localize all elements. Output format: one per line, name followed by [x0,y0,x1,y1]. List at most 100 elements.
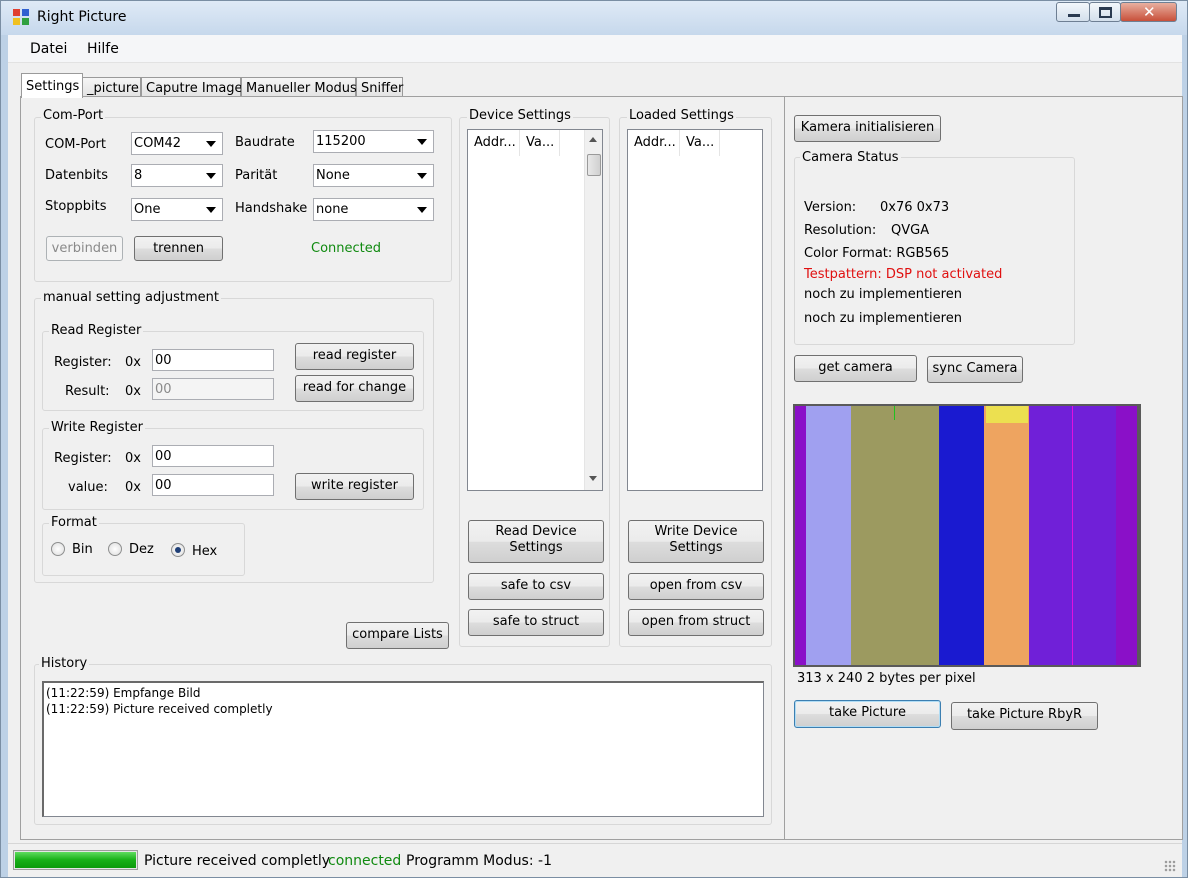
kamera-initialisieren-button[interactable]: Kamera initialisieren [794,115,941,142]
parity-label: Parität [235,168,278,183]
color-format: Color Format: RGB565 [804,246,950,261]
read-for-change-button[interactable]: read for change [295,375,414,402]
read-device-settings-button[interactable]: Read Device Settings [468,520,604,563]
picture-info: 313 x 240 2 bytes per pixel [797,671,976,686]
read-register-field-label: Register: [54,355,112,370]
take-picture-rbyr-button[interactable]: take Picture RbyR [951,702,1098,730]
write-register-button[interactable]: write register [295,473,414,500]
history-label: History [39,656,90,671]
history-line: (11:22:59) Empfange Bild [46,686,201,700]
safe-to-csv-button[interactable]: safe to csv [468,573,604,600]
baudrate-select[interactable]: 115200 [313,130,434,153]
close-button[interactable]: ✕ [1120,2,1177,22]
panel-divider [784,97,785,839]
loaded-col-value[interactable]: Va... [680,130,720,156]
status-connection: connected [328,853,402,869]
handshake-value: none [316,202,349,217]
device-settings-list[interactable]: Addr... Va... [467,129,603,491]
loaded-settings-list[interactable]: Addr... Va... [627,129,763,491]
camera-picture[interactable] [793,404,1141,667]
scroll-up-icon[interactable] [589,137,597,142]
take-picture-button[interactable]: take Picture [794,700,941,728]
menu-bar: Datei Hilfe [8,35,1182,63]
color-bar-yellow-top [986,406,1028,423]
app-icon [13,9,29,25]
read-register-input[interactable]: 00 [152,349,274,371]
todo-line-1: noch zu implementieren [804,287,962,302]
read-register-label: Read Register [49,323,144,338]
maximize-icon [1099,7,1112,18]
color-bar-purple-right [1116,406,1137,665]
open-from-struct-button[interactable]: open from struct [628,609,764,636]
scroll-thumb[interactable] [587,154,601,176]
version-label: Version: [804,200,857,215]
tab-manueller-modus[interactable]: Manueller Modus [241,77,357,98]
device-col-addr[interactable]: Addr... [468,130,520,156]
color-bar-orange [984,406,1029,665]
result-prefix: 0x [125,384,141,399]
tab-settings[interactable]: Settings [21,73,83,98]
history-log[interactable]: (11:22:59) Empfange Bild (11:22:59) Pict… [42,681,764,817]
stopbits-label: Stoppbits [45,199,107,214]
connection-status: Connected [311,241,382,256]
version-value: 0x76 0x73 [880,200,950,215]
tab-sniffer[interactable]: Sniffer [356,77,403,98]
format-label: Format [49,515,99,530]
loaded-settings-label: Loaded Settings [627,108,736,123]
com-port-label: COM-Port [45,137,106,152]
scroll-down-icon[interactable] [589,476,597,481]
open-from-csv-button[interactable]: open from csv [628,573,764,600]
tab-capture-image[interactable]: Caputre Image [141,77,243,98]
radio-dez[interactable] [108,542,122,556]
chevron-down-icon [206,141,216,147]
application-window: Right Picture ✕ Datei Hilfe Settings _pi… [0,0,1188,878]
radio-hex-label: Hex [192,544,218,559]
get-camera-button[interactable]: get camera [794,355,917,382]
comport-group-label: Com-Port [41,108,106,123]
resize-grip-icon[interactable] [1164,860,1176,872]
green-line-mark [894,406,895,420]
chevron-down-icon [206,207,216,213]
radio-bin[interactable] [51,542,65,556]
progress-bar [13,850,138,870]
databits-select[interactable]: 8 [131,164,223,187]
device-col-value[interactable]: Va... [520,130,560,156]
result-label: Result: [65,384,110,399]
compare-lists-button[interactable]: compare Lists [346,622,449,649]
parity-select[interactable]: None [313,164,434,187]
write-device-settings-button[interactable]: Write Device Settings [628,520,764,563]
device-list-scrollbar[interactable] [584,130,602,490]
loaded-col-addr[interactable]: Addr... [628,130,680,156]
menu-hilfe[interactable]: Hilfe [87,41,119,57]
tab-picture[interactable]: _picture [82,77,141,98]
window-title: Right Picture [37,9,127,25]
handshake-select[interactable]: none [313,198,434,221]
databits-value: 8 [134,168,143,183]
minimize-button[interactable] [1056,2,1090,22]
connect-button[interactable]: verbinden [46,236,123,261]
radio-dez-label: Dez [129,542,154,557]
stopbits-select[interactable]: One [131,198,223,221]
write-register-field-label: Register: [54,451,112,466]
settings-tab-page: Com-Port COM-Port COM42 Baudrate 115200 … [20,96,1183,840]
maximize-button[interactable] [1089,2,1121,22]
title-bar[interactable]: Right Picture ✕ [1,1,1187,35]
device-settings-label: Device Settings [467,108,573,123]
menu-datei[interactable]: Datei [30,41,67,57]
baudrate-value: 115200 [316,134,366,149]
sync-camera-button[interactable]: sync Camera [927,356,1023,383]
baudrate-label: Baudrate [235,135,295,150]
write-register-input[interactable]: 00 [152,445,274,467]
safe-to-struct-button[interactable]: safe to struct [468,609,604,636]
parity-value: None [316,168,350,183]
write-value-label: value: [68,480,108,495]
resolution-value: QVGA [891,223,930,238]
read-register-button[interactable]: read register [295,343,414,370]
disconnect-button[interactable]: trennen [134,236,223,261]
camera-status-label: Camera Status [800,150,901,165]
status-mode: Programm Modus: -1 [406,853,552,869]
write-value-input[interactable]: 00 [152,474,274,496]
radio-hex[interactable] [171,543,185,557]
stopbits-value: One [134,202,161,217]
com-port-select[interactable]: COM42 [131,132,223,155]
